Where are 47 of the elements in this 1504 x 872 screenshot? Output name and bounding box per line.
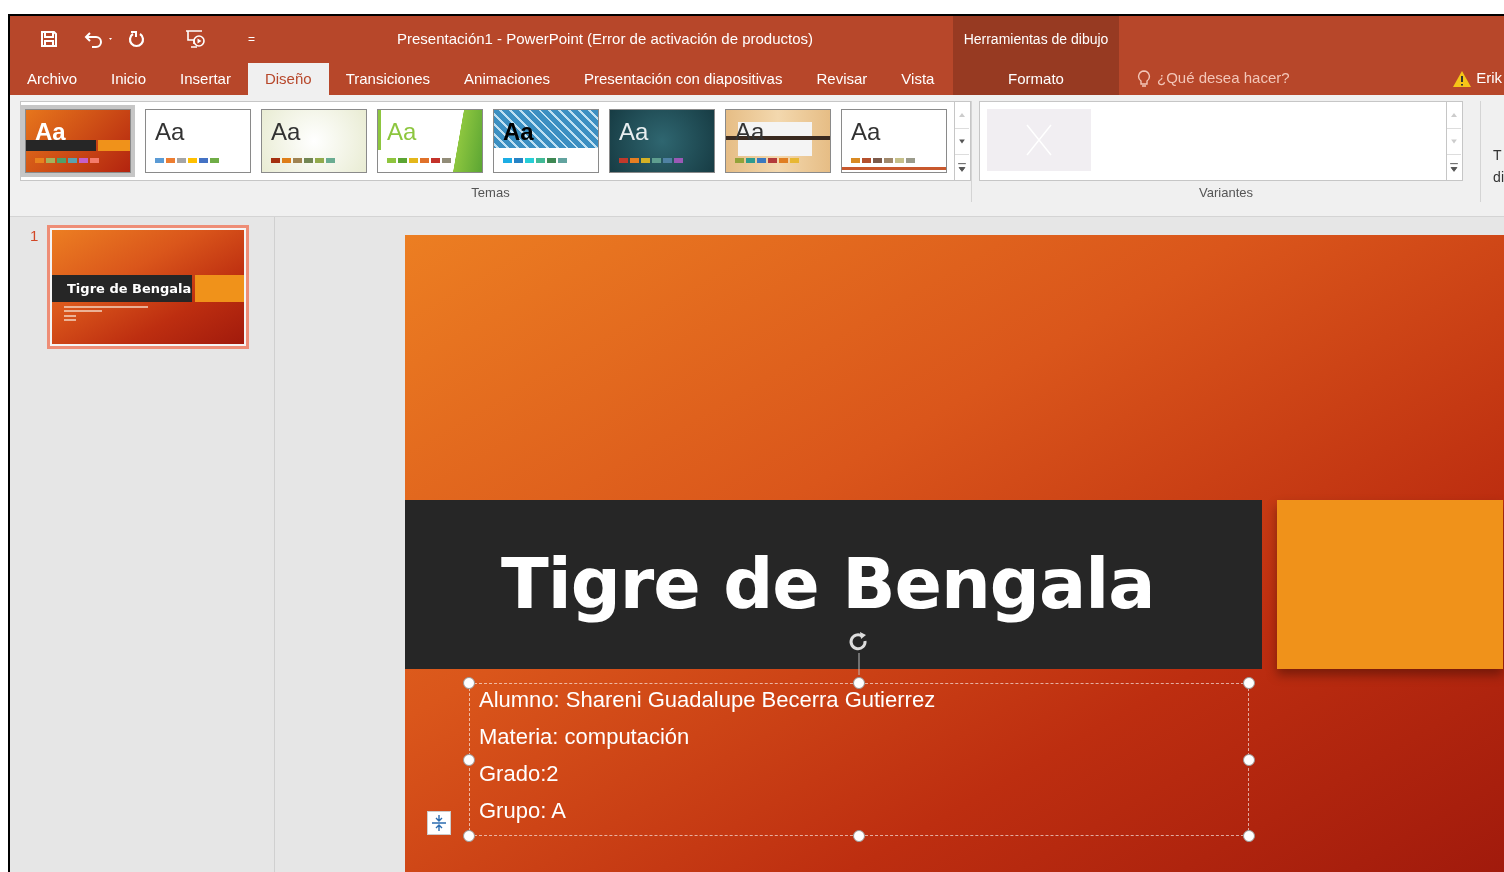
slide-title: Tigre de Bengala xyxy=(501,542,1155,627)
subtitle-line: Grupo: A xyxy=(479,797,567,825)
ribbon-tab[interactable]: Formato xyxy=(991,63,1081,95)
group-label: Variantes xyxy=(1199,183,1254,202)
subtitle-line: Alumno: Shareni Guadalupe Becerra Gutierrez xyxy=(479,686,937,714)
save-icon[interactable] xyxy=(40,30,58,48)
group-label: T xyxy=(1493,146,1503,165)
resize-handle[interactable] xyxy=(853,830,865,842)
lightbulb-icon xyxy=(1137,69,1151,88)
ribbon-tab[interactable]: Inicio xyxy=(94,63,164,95)
thumbnail-title: Tigre de Bengala xyxy=(67,279,192,298)
theme-thumbnail[interactable]: Aa xyxy=(261,109,367,173)
ribbon-tab[interactable]: Animaciones xyxy=(447,63,567,95)
ribbon-tab[interactable]: Presentación con diapositivas xyxy=(567,63,800,95)
customize-toolbar-button[interactable]: = xyxy=(248,33,255,45)
group-label: Temas xyxy=(471,183,510,202)
resize-handle[interactable] xyxy=(463,677,475,689)
warning-icon xyxy=(1452,69,1473,88)
user-name[interactable]: Erik xyxy=(1476,67,1502,90)
ribbon-tab[interactable]: Archivo xyxy=(10,63,95,95)
ribbon-tab[interactable]: Revisar xyxy=(799,63,885,95)
ribbon-tab[interactable]: Insertar xyxy=(163,63,248,95)
accent-block xyxy=(195,275,244,302)
theme-thumbnail[interactable]: Aa xyxy=(841,109,947,173)
tell-me-field[interactable]: ¿Qué desea hacer? xyxy=(1137,67,1327,90)
resize-handle[interactable] xyxy=(463,754,475,766)
subtitle-line: Materia: computación xyxy=(479,723,691,751)
theme-thumbnail[interactable]: Aa xyxy=(609,109,715,173)
autofit-icon[interactable] xyxy=(427,811,451,835)
group-label: di xyxy=(1493,168,1504,187)
subtitle-line: Grado:2 xyxy=(479,760,560,788)
theme-thumbnail[interactable]: Aa xyxy=(145,109,251,173)
resize-handle[interactable] xyxy=(1243,677,1255,689)
ribbon-tab[interactable]: Vista xyxy=(884,63,952,95)
resize-handle[interactable] xyxy=(1243,830,1255,842)
ribbon-tab[interactable]: Transiciones xyxy=(328,63,448,95)
resize-handle[interactable] xyxy=(1243,754,1255,766)
window-title: Presentación1 - PowerPoint (Error de activación de productos) xyxy=(397,28,814,49)
contextual-group-title: Herramientas de dibujo xyxy=(963,29,1109,49)
theme-thumbnail[interactable]: Aa xyxy=(25,109,131,173)
resize-handle[interactable] xyxy=(853,677,865,689)
resize-handle[interactable] xyxy=(463,830,475,842)
slideshow-icon[interactable] xyxy=(184,28,206,50)
slide-number: 1 xyxy=(30,226,40,246)
ribbon-tab[interactable]: Diseño xyxy=(247,63,329,95)
redo-icon[interactable] xyxy=(128,30,146,48)
slide-thumbnail[interactable]: Tigre de Bengala xyxy=(47,225,249,349)
